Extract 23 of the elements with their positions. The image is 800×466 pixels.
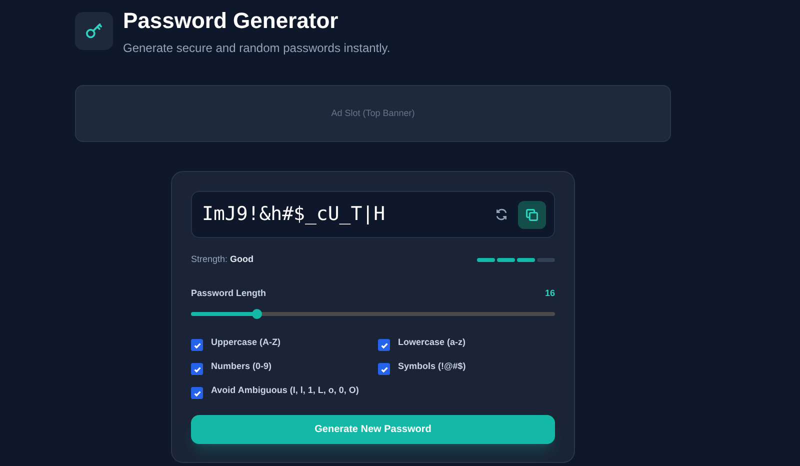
length-label: Password Length [191, 286, 266, 300]
option-label: Uppercase (A-Z) [211, 336, 281, 349]
copy-icon [525, 208, 539, 222]
option-checkbox[interactable] [191, 387, 203, 399]
length-slider[interactable] [191, 309, 555, 319]
page-subtitle: Generate secure and random passwords instantly. [123, 40, 390, 57]
refresh-icon [494, 208, 508, 221]
option-checkbox[interactable] [378, 363, 390, 375]
key-icon [75, 12, 113, 50]
strength-text: Strength: Good [191, 253, 254, 266]
option-checkbox[interactable] [191, 339, 203, 351]
option-label: Symbols (!@#$) [398, 360, 466, 373]
copy-button[interactable] [518, 200, 546, 228]
option-checkbox[interactable] [378, 339, 390, 351]
ad-slot-label: Ad Slot (Top Banner) [331, 106, 415, 120]
password-text: ImJ9!&h#$_cU_T|H [202, 202, 386, 228]
option-label: Numbers (0-9) [211, 360, 272, 373]
option-label: Lowercase (a-z) [398, 336, 466, 349]
length-value: 16 [544, 286, 555, 300]
option-label: Avoid Ambiguous (I, l, 1, L, o, 0, O) [211, 384, 359, 397]
page-title: Password Generator [123, 8, 340, 34]
option-checkbox[interactable] [191, 363, 203, 375]
generate-button[interactable]: Generate New Password [191, 415, 555, 444]
